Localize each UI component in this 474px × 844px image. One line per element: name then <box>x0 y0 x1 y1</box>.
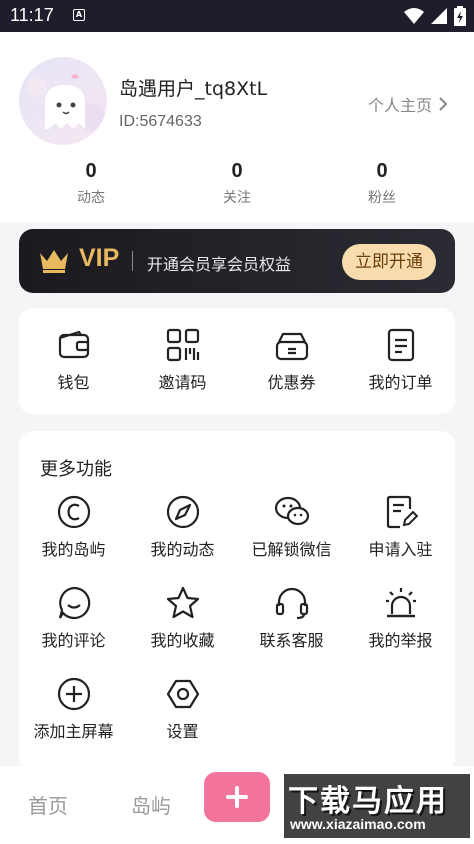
my-posts-button[interactable]: 我的动态 <box>128 495 237 560</box>
avatar-ghost-icon <box>27 74 105 131</box>
user-id: ID:5674633 <box>119 113 202 130</box>
signal-icon <box>431 8 447 24</box>
my-favorites-button[interactable]: 我的收藏 <box>128 586 237 651</box>
settings-icon <box>166 679 199 709</box>
avatar[interactable] <box>19 57 107 145</box>
stat-value: 0 <box>231 160 243 182</box>
unlocked-wechat-label: 已解锁微信 <box>251 540 332 559</box>
stat-label: 动态 <box>77 190 105 206</box>
chevron-right-icon <box>439 97 448 111</box>
homepage-label: 个人主页 <box>367 96 432 115</box>
my-island-button[interactable]: 我的岛屿 <box>19 495 128 560</box>
nav-home[interactable]: 首页 <box>28 790 68 819</box>
my-posts-label: 我的动态 <box>150 540 215 559</box>
crown-icon <box>40 250 68 273</box>
quick-actions-card: 钱包 邀请码 优惠券 我的订单 <box>19 308 455 414</box>
contact-support-label: 联系客服 <box>259 631 324 650</box>
wallet-label: 钱包 <box>57 373 90 392</box>
my-orders-button[interactable]: 我的订单 <box>346 328 455 393</box>
my-favorites-label: 我的收藏 <box>150 631 215 650</box>
username: 岛遇用户_tq8XtL <box>119 78 268 100</box>
comment-icon <box>58 586 90 620</box>
coupon-icon <box>275 332 308 361</box>
apply-join-label: 申请入驻 <box>368 540 433 559</box>
my-comments-button[interactable]: 我的评论 <box>19 586 128 651</box>
apply-join-button[interactable]: 申请入驻 <box>346 495 455 560</box>
homepage-link[interactable]: 个人主页 <box>368 92 448 116</box>
watermark-url: www.xiazaimao.com <box>290 816 426 832</box>
alarm-icon <box>385 588 416 618</box>
stat-label: 关注 <box>223 190 251 206</box>
my-comments-label: 我的评论 <box>41 631 106 650</box>
star-icon <box>166 586 199 619</box>
create-post-button[interactable] <box>204 772 270 822</box>
stat-posts[interactable]: 0 动态 <box>41 160 141 207</box>
my-island-label: 我的岛屿 <box>41 540 106 559</box>
invite-code-button[interactable]: 邀请码 <box>128 328 237 393</box>
vip-divider <box>132 251 133 271</box>
vip-badge: VIP <box>79 244 120 272</box>
more-features-title: 更多功能 <box>40 459 112 480</box>
apply-icon <box>386 495 418 529</box>
watermark: 下载马应用 www.xiazaimao.com <box>284 774 470 838</box>
wallet-button[interactable]: 钱包 <box>19 328 128 393</box>
more-features-card: 更多功能 我的岛屿 我的动态 已解锁微信 申请入驻 我的评论 我的收藏 联系客服… <box>19 431 455 771</box>
add-to-homescreen-label: 添加主屏幕 <box>33 722 114 741</box>
headset-icon <box>275 587 308 620</box>
qr-code-icon <box>166 328 199 362</box>
vip-description: 开通会员享会员权益 <box>147 255 292 274</box>
battery-icon <box>454 6 466 26</box>
stat-label: 粉丝 <box>368 190 396 206</box>
wifi-icon <box>404 8 424 24</box>
vip-banner[interactable]: VIP 开通会员享会员权益 立即开通 <box>19 229 455 293</box>
system-icons <box>404 6 466 26</box>
profile-stats: 0 动态 0 关注 0 粉丝 <box>0 160 474 210</box>
order-icon <box>387 328 414 362</box>
settings-label: 设置 <box>166 722 199 741</box>
island-icon <box>57 495 90 529</box>
add-to-homescreen-button[interactable]: 添加主屏幕 <box>19 677 128 742</box>
coupon-label: 优惠券 <box>267 373 316 392</box>
watermark-logo: 下载马应用 <box>288 784 448 819</box>
my-reports-button[interactable]: 我的举报 <box>346 586 455 651</box>
profile-header: 岛遇用户_tq8XtL ID:5674633 个人主页 0 动态 0 关注 0 … <box>0 32 474 222</box>
my-reports-label: 我的举报 <box>368 631 433 650</box>
stat-value: 0 <box>85 160 97 182</box>
contact-support-button[interactable]: 联系客服 <box>237 586 346 651</box>
bottom-nav: 首页 岛屿 下载马应用 www.xiazaimao.com <box>0 766 474 844</box>
compass-icon <box>166 495 199 529</box>
wechat-icon <box>274 496 309 526</box>
notification-icon: A <box>73 9 85 21</box>
stat-following[interactable]: 0 关注 <box>187 160 287 207</box>
status-time: 11:17 <box>10 5 54 25</box>
wallet-icon <box>58 330 89 359</box>
add-circle-icon <box>57 677 90 711</box>
coupon-button[interactable]: 优惠券 <box>237 328 346 393</box>
unlocked-wechat-button[interactable]: 已解锁微信 <box>237 495 346 560</box>
vip-open-button[interactable]: 立即开通 <box>342 244 436 280</box>
my-orders-label: 我的订单 <box>368 373 433 392</box>
invite-code-label: 邀请码 <box>158 373 207 392</box>
stat-value: 0 <box>376 160 388 182</box>
settings-button[interactable]: 设置 <box>128 677 237 742</box>
nav-island[interactable]: 岛屿 <box>131 790 171 819</box>
status-bar: 11:17 A <box>0 0 474 32</box>
stat-fans[interactable]: 0 粉丝 <box>332 160 432 207</box>
